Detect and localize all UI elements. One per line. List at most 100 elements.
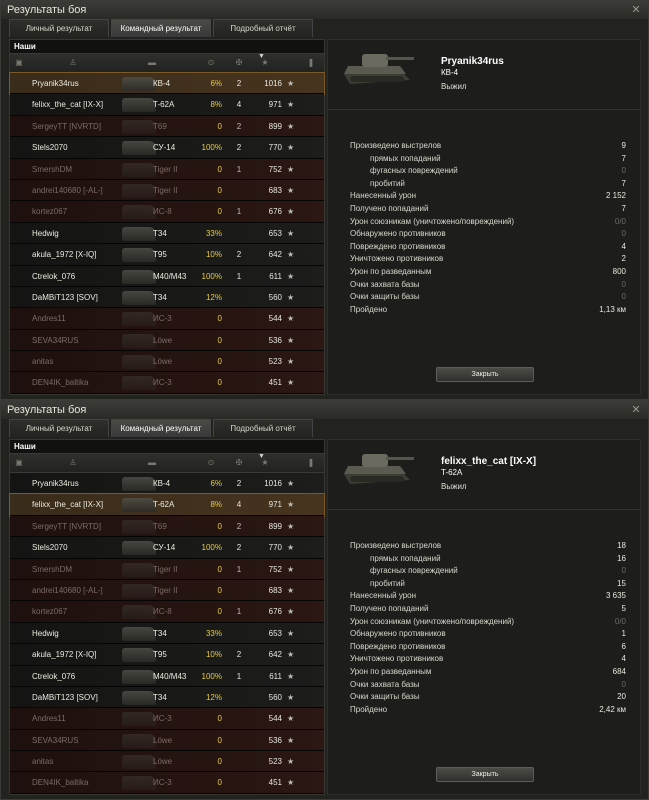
kills-count: 1 xyxy=(236,671,242,681)
close-icon[interactable]: ✕ xyxy=(630,404,642,416)
damage-share: 0 xyxy=(217,757,222,767)
player-row[interactable]: Pryanik34rus КВ-4 6% 2 1016 ★ xyxy=(9,71,325,96)
player-row[interactable]: DEN4IK_baltika ИС-3 0 451 ★ xyxy=(10,772,324,794)
player-row[interactable]: anitas Löwe 0 523 ★ xyxy=(10,351,324,373)
star-icon: ★ xyxy=(287,271,295,281)
vehicle-type-icon[interactable]: ▣ xyxy=(14,58,24,68)
stat-row: Урон союзникам (уничтожено/повреждений) 0… xyxy=(350,216,626,229)
damage-share: 6% xyxy=(210,479,222,488)
stat-value: 16 xyxy=(617,553,626,563)
stat-row: Очки защиты базы 20 xyxy=(350,691,626,704)
vehicle-type-icon[interactable]: ▣ xyxy=(14,458,24,468)
xp-value: 523 xyxy=(268,357,282,367)
star-icon: ★ xyxy=(287,521,295,531)
player-row[interactable]: Hedwig T34 33% 653 ★ xyxy=(10,222,324,245)
player-name: SmershDM xyxy=(32,164,73,174)
kills-icon[interactable]: ✠ xyxy=(234,58,244,68)
star-icon: ★ xyxy=(287,164,295,174)
damage-share: 0 xyxy=(217,521,222,531)
player-row[interactable]: DEN4IK_baltika ИС-3 0 451 ★ xyxy=(10,372,324,394)
tab-personal[interactable]: Личный результат xyxy=(9,419,109,437)
kills-icon[interactable]: ✠ xyxy=(234,458,244,468)
medal-icon[interactable]: ❚ xyxy=(306,58,316,68)
player-row[interactable]: felixx_the_cat [IX-X] T-62A 8% 4 971 ★ xyxy=(9,493,325,517)
tab-personal[interactable]: Личный результат xyxy=(9,19,109,37)
stat-label: Очки захвата базы xyxy=(350,279,420,289)
xp-value: 642 xyxy=(268,650,282,660)
title-bar: Результаты боя ✕ xyxy=(1,401,648,419)
player-row[interactable]: Ctrelok_076 M40/M43 100% 1 611 ★ xyxy=(10,665,324,687)
player-row[interactable]: SEVA34RUS Löwe 0 536 ★ xyxy=(10,329,324,352)
battle-results-window: Результаты боя ✕ Личный результат Командный… xyxy=(0,0,649,400)
damage-icon[interactable]: ⊙ xyxy=(206,58,216,68)
close-button[interactable]: Закрыть xyxy=(436,767,534,782)
stat-value: 0/0 xyxy=(614,616,626,626)
xp-value: 560 xyxy=(268,292,282,302)
player-row[interactable]: SergeyTT [NVRTD] T69 0 2 899 ★ xyxy=(10,515,324,538)
player-name: Ctrelok_076 xyxy=(32,671,76,681)
damage-share: 33% xyxy=(205,228,222,238)
player-name: Pryanik34rus xyxy=(32,79,79,88)
stat-row: Произведено выстрелов 9 xyxy=(350,140,626,153)
stat-label: пробитий xyxy=(370,578,405,588)
damage-icon[interactable]: ⊙ xyxy=(206,458,216,468)
sort-arrow-icon: ▼ xyxy=(258,453,265,460)
player-row[interactable]: Hedwig T34 33% 653 ★ xyxy=(10,622,324,645)
tab-detailed[interactable]: Подробный отчёт xyxy=(213,19,313,37)
medal-icon[interactable]: ❚ xyxy=(306,458,316,468)
stat-row: Очки захвата базы 0 xyxy=(350,679,626,692)
close-icon[interactable]: ✕ xyxy=(630,4,642,16)
tab-detailed[interactable]: Подробный отчёт xyxy=(213,419,313,437)
damage-share: 0 xyxy=(217,778,222,788)
damage-share: 0 xyxy=(217,314,222,324)
xp-value: 676 xyxy=(268,207,282,217)
tank-icon xyxy=(122,755,156,770)
player-name: anitas xyxy=(32,757,54,767)
player-row[interactable]: anitas Löwe 0 523 ★ xyxy=(10,751,324,773)
stat-label: Очки захвата базы xyxy=(350,679,420,689)
kills-count: 2 xyxy=(236,479,242,488)
tank-icon[interactable]: ▬ xyxy=(147,58,157,68)
xp-value: 451 xyxy=(268,778,282,788)
player-row[interactable]: kortez067 ИС-8 0 1 676 ★ xyxy=(10,601,324,623)
tank-icon xyxy=(122,205,156,220)
player-row[interactable]: SmershDM Tiger II 0 1 752 ★ xyxy=(10,158,324,180)
player-row[interactable]: andrei140680 [-AL-] Tiger II 0 683 ★ xyxy=(10,179,324,202)
player-row[interactable]: akula_1972 [X-IQ] T95 10% 2 642 ★ xyxy=(10,244,324,266)
stat-label: Нанесенный урон xyxy=(350,591,417,601)
stat-value: 0 xyxy=(621,679,626,689)
tab-team[interactable]: Командный результат xyxy=(111,419,211,437)
stat-value: 4 xyxy=(621,241,626,251)
player-icon[interactable]: ♙ xyxy=(68,58,78,68)
stat-value: 0 xyxy=(621,566,626,576)
tank-icon xyxy=(122,498,156,513)
stat-value: 3 635 xyxy=(605,591,626,601)
player-row[interactable]: SergeyTT [NVRTD] T69 0 2 899 ★ xyxy=(10,115,324,138)
tank-icon[interactable]: ▬ xyxy=(147,458,157,468)
xp-value: 899 xyxy=(268,121,282,131)
player-row[interactable]: Ctrelok_076 M40/M43 100% 1 611 ★ xyxy=(10,265,324,287)
player-row[interactable]: Pryanik34rus КВ-4 6% 2 1016 ★ xyxy=(10,473,324,495)
player-row[interactable]: felixx_the_cat [IX-X] T-62A 8% 4 971 ★ xyxy=(10,94,324,116)
player-name: DaMBiT123 [SOV] xyxy=(32,692,98,702)
player-row[interactable]: kortez067 ИС-8 0 1 676 ★ xyxy=(10,201,324,223)
tab-team[interactable]: Командный результат xyxy=(111,19,211,37)
player-row[interactable]: SmershDM Tiger II 0 1 752 ★ xyxy=(10,558,324,580)
xp-value: 1016 xyxy=(264,479,282,488)
player-icon[interactable]: ♙ xyxy=(68,458,78,468)
close-button[interactable]: Закрыть xyxy=(436,367,534,382)
stat-value: 0 xyxy=(621,166,626,176)
damage-share: 33% xyxy=(205,628,222,638)
player-row[interactable]: akula_1972 [X-IQ] T95 10% 2 642 ★ xyxy=(10,644,324,666)
player-row[interactable]: DaMBiT123 [SOV] T34 12% 560 ★ xyxy=(10,286,324,309)
player-row[interactable]: Stels2070 СУ-14 100% 2 770 ★ xyxy=(10,137,324,159)
stat-label: Уничтожено противников xyxy=(350,654,444,664)
player-row[interactable]: Stels2070 СУ-14 100% 2 770 ★ xyxy=(10,537,324,559)
player-row[interactable]: SEVA34RUS Löwe 0 536 ★ xyxy=(10,729,324,752)
player-row[interactable]: DaMBiT123 [SOV] T34 12% 560 ★ xyxy=(10,686,324,709)
player-row[interactable]: Andres11 ИС-3 0 544 ★ xyxy=(10,708,324,730)
player-row[interactable]: Andres11 ИС-3 0 544 ★ xyxy=(10,308,324,330)
player-name: andrei140680 [-AL-] xyxy=(32,585,103,595)
stat-value: 1,13 км xyxy=(599,304,626,314)
player-row[interactable]: andrei140680 [-AL-] Tiger II 0 683 ★ xyxy=(10,579,324,602)
